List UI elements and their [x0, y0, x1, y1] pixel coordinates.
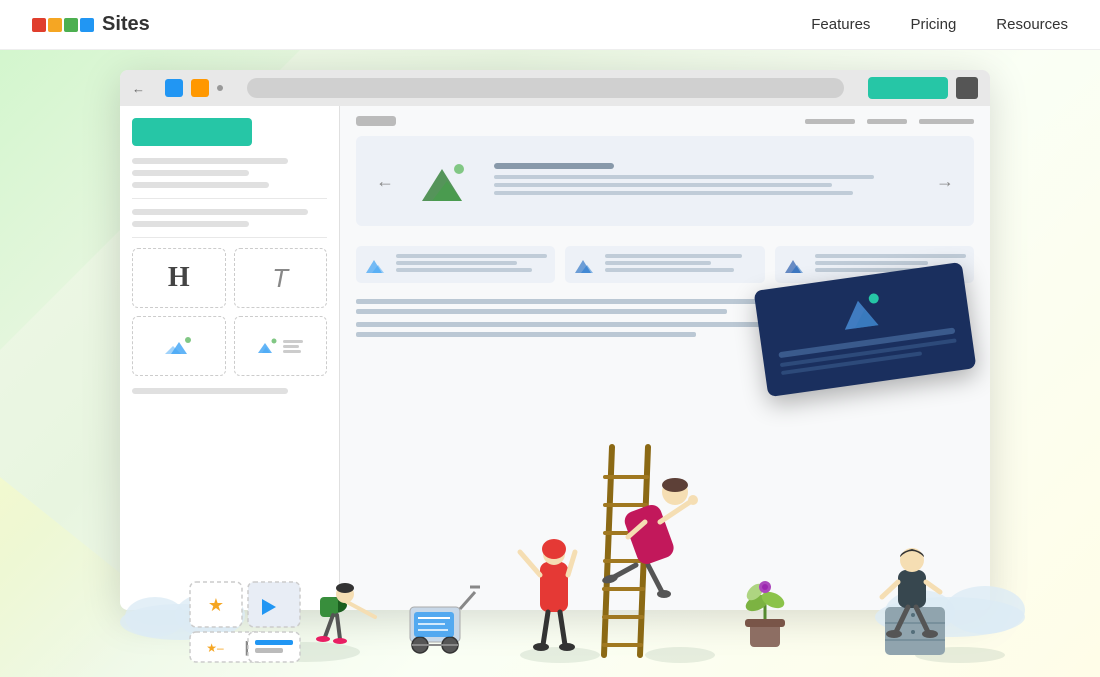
logo-orange	[48, 18, 62, 32]
sidebar-line-2	[132, 170, 249, 176]
nav-links: Features Pricing Resources	[811, 16, 1068, 34]
image-text-tile[interactable]	[234, 316, 328, 376]
tab-dot	[217, 85, 223, 91]
sidebar-line-1	[132, 158, 288, 164]
card-line	[815, 261, 928, 265]
tab-blue[interactable]	[165, 79, 183, 97]
publish-button[interactable]	[868, 77, 948, 99]
sidebar-divider-2	[132, 237, 327, 238]
card-2-image	[573, 255, 597, 275]
hero-title-line	[494, 163, 614, 169]
card-line	[396, 261, 517, 265]
nav-features[interactable]: Features	[811, 16, 870, 33]
card-1-lines	[396, 254, 547, 275]
page-nav-links	[805, 119, 974, 124]
page-hero-inner: ←	[376, 156, 954, 206]
card-line	[605, 261, 711, 265]
page-content-area: ←	[340, 106, 990, 610]
sidebar-divider	[132, 198, 327, 199]
browser-content: H T	[120, 106, 990, 610]
image-mountain-icon	[163, 334, 195, 358]
page-hero-block: ←	[356, 136, 974, 226]
browser-toolbar: ←	[120, 70, 990, 106]
card-line	[605, 268, 734, 272]
hero-text-content	[494, 163, 916, 199]
nav-pricing[interactable]: Pricing	[910, 16, 956, 33]
back-arrow-icon[interactable]: ←	[132, 81, 145, 96]
page-nav-bar	[340, 106, 990, 136]
brand: Sites	[32, 13, 150, 36]
card-line	[396, 268, 532, 272]
card-line	[396, 254, 547, 258]
logo-green	[64, 18, 78, 32]
add-element-button[interactable]	[132, 118, 252, 146]
logo-blue	[80, 18, 94, 32]
editor-sidebar: H T	[120, 106, 340, 610]
sidebar-line-3	[132, 182, 269, 188]
hero-image-placeholder	[414, 156, 474, 206]
svg-text:▐▌: ▐▌	[241, 641, 258, 656]
card-2-lines	[605, 254, 756, 275]
bottom-line-4	[356, 332, 696, 337]
sidebar-line-5	[132, 221, 249, 227]
hero-desc-line-2	[494, 183, 832, 187]
browser-address-bar[interactable]	[247, 78, 844, 98]
text-tile[interactable]: T	[234, 248, 328, 308]
card-3-image	[783, 255, 807, 275]
prev-arrow-icon[interactable]: ←	[376, 171, 394, 192]
zoho-logo	[32, 18, 94, 32]
nav-link-3	[919, 119, 974, 124]
card-1	[356, 246, 555, 283]
text-icon: T	[272, 263, 288, 294]
image-tile[interactable]	[132, 316, 226, 376]
nav-link-2	[867, 119, 907, 124]
page-logo-placeholder	[356, 116, 396, 126]
element-picker: H T	[132, 248, 327, 376]
brand-name: Sites	[102, 13, 150, 36]
hero-desc-line-1	[494, 175, 874, 179]
image-text-icon	[257, 337, 303, 355]
sidebar-line-6	[132, 388, 288, 394]
logo-red	[32, 18, 46, 32]
bottom-line-2	[356, 309, 727, 314]
settings-gear-icon[interactable]	[956, 77, 978, 99]
tab-orange[interactable]	[191, 79, 209, 97]
hero-desc-line-3	[494, 191, 853, 195]
browser-mockup: ←	[120, 70, 990, 610]
hero-section: ←	[0, 50, 1100, 677]
card-2	[565, 246, 764, 283]
nav-link-1	[805, 119, 855, 124]
card-1-image	[364, 255, 388, 275]
card-line	[605, 254, 741, 258]
heading-icon: H	[168, 262, 190, 294]
card-line	[815, 254, 966, 258]
sidebar-line-4	[132, 209, 308, 215]
nav-resources[interactable]: Resources	[996, 16, 1068, 33]
heading-tile[interactable]: H	[132, 248, 226, 308]
navbar: Sites Features Pricing Resources	[0, 0, 1100, 50]
bottom-line-3	[356, 322, 789, 327]
next-arrow-icon[interactable]: →	[936, 171, 954, 192]
